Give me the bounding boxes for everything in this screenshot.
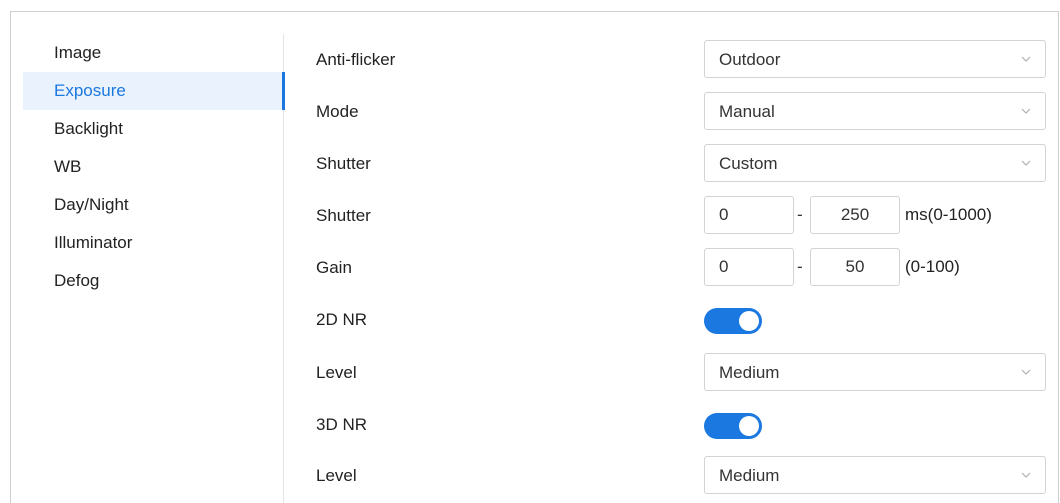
shutter-range-separator: - [797,205,803,224]
nr2d-label: 2D NR [316,310,368,329]
shutter-min-input[interactable] [704,196,794,234]
chevron-down-icon [1021,472,1031,478]
sidebar-item-backlight[interactable]: Backlight [23,110,284,148]
sidebar-item-defog[interactable]: Defog [23,262,284,300]
sidebar-item-illuminator[interactable]: Illuminator [23,224,284,262]
anti-flicker-label: Anti-flicker [316,50,396,69]
sidebar-item-exposure[interactable]: Exposure [23,72,285,110]
sidebar-item-label: Image [54,43,102,62]
chevron-down-icon [1021,108,1031,114]
nr2d-level-value: Medium [719,363,780,382]
sidebar-item-label: Defog [54,271,100,290]
sidebar-item-label: Backlight [54,119,123,138]
shutter-range-label: Shutter [316,206,371,225]
gain-max-input[interactable] [810,248,900,286]
sidebar-item-day-night[interactable]: Day/Night [23,186,284,224]
nr3d-level-value: Medium [719,466,780,485]
sidebar-item-label: Illuminator [54,233,133,252]
toggle-knob [739,416,759,436]
shutter-mode-label: Shutter [316,154,371,173]
sidebar-item-image[interactable]: Image [23,34,284,72]
shutter-mode-value: Custom [719,154,778,173]
sidebar-item-label: WB [54,157,82,176]
shutter-max-input[interactable] [810,196,900,234]
sidebar-item-wb[interactable]: WB [23,148,284,186]
gain-range-separator: - [797,257,803,276]
nr3d-toggle[interactable] [704,413,762,439]
nr2d-toggle[interactable] [704,308,762,334]
gain-label: Gain [316,258,352,277]
gain-min-input[interactable] [704,248,794,286]
chevron-down-icon [1021,369,1031,375]
shutter-mode-select[interactable]: Custom [704,144,1046,182]
toggle-knob [739,311,759,331]
nr3d-level-label: Level [316,466,357,485]
sidebar: Image Exposure Backlight WB Day/Night Il… [23,34,285,503]
chevron-down-icon [1021,56,1031,62]
nr3d-level-select[interactable]: Medium [704,456,1046,494]
mode-label: Mode [316,102,359,121]
sidebar-item-label: Day/Night [54,195,129,214]
mode-value: Manual [719,102,775,121]
sidebar-item-label: Exposure [54,81,126,100]
chevron-down-icon [1021,160,1031,166]
nr2d-level-label: Level [316,363,357,382]
gain-unit: (0-100) [905,257,960,276]
shutter-unit: ms(0-1000) [905,205,992,224]
nr3d-label: 3D NR [316,415,368,434]
nr2d-level-select[interactable]: Medium [704,353,1046,391]
anti-flicker-select[interactable]: Outdoor [704,40,1046,78]
anti-flicker-value: Outdoor [719,50,781,69]
mode-select[interactable]: Manual [704,92,1046,130]
